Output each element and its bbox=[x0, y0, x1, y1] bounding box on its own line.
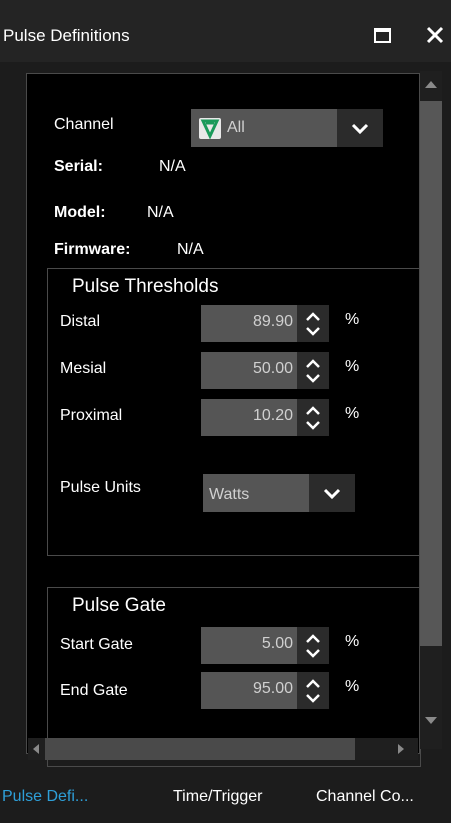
window-title: Pulse Definitions bbox=[3, 26, 130, 45]
proximal-input[interactable]: 10.20 bbox=[201, 399, 297, 436]
pulse-units-select[interactable]: Watts bbox=[203, 474, 355, 512]
scroll-right-icon[interactable] bbox=[398, 744, 404, 754]
model-value: N/A bbox=[147, 204, 174, 221]
chevron-down-icon bbox=[323, 488, 341, 500]
distal-label: Distal bbox=[60, 313, 101, 330]
up-down-arrows-icon bbox=[306, 679, 320, 703]
distal-unit: % bbox=[345, 311, 360, 328]
channel-select-value: All bbox=[227, 119, 245, 136]
serial-value: N/A bbox=[159, 158, 186, 175]
scroll-up-icon[interactable] bbox=[425, 81, 437, 88]
start-gate-stepper[interactable] bbox=[297, 627, 329, 664]
firmware-label: Firmware: bbox=[54, 241, 131, 258]
pulse-units-dropdown-button[interactable] bbox=[309, 474, 355, 512]
start-gate-label: Start Gate bbox=[60, 636, 133, 653]
scroll-left-icon[interactable] bbox=[33, 744, 39, 754]
pulse-units-value: Watts bbox=[209, 486, 250, 503]
horizontal-scroll-thumb[interactable] bbox=[45, 738, 355, 760]
end-gate-spinner[interactable]: 95.00 bbox=[201, 672, 329, 709]
proximal-stepper[interactable] bbox=[297, 399, 329, 436]
mesial-label: Mesial bbox=[60, 360, 107, 377]
mesial-value: 50.00 bbox=[252, 360, 293, 377]
channel-label: Channel bbox=[54, 116, 114, 133]
end-gate-stepper[interactable] bbox=[297, 672, 329, 709]
distal-spinner[interactable]: 89.90 bbox=[201, 305, 329, 342]
mesial-input[interactable]: 50.00 bbox=[201, 352, 297, 389]
title-bar: Pulse Definitions bbox=[0, 0, 451, 62]
pulse-thresholds-title: Pulse Thresholds bbox=[70, 276, 221, 298]
scroll-down-icon[interactable] bbox=[425, 717, 437, 724]
start-gate-unit: % bbox=[345, 633, 360, 650]
up-down-arrows-icon bbox=[306, 634, 320, 658]
tab-channel-config[interactable]: Channel Co... bbox=[316, 788, 414, 806]
proximal-spinner[interactable]: 10.20 bbox=[201, 399, 329, 436]
tab-time-trigger[interactable]: Time/Trigger bbox=[173, 788, 263, 806]
tab-pulse-definitions[interactable]: Pulse Defi... bbox=[2, 788, 88, 806]
mesial-spinner[interactable]: 50.00 bbox=[201, 352, 329, 389]
model-label: Model: bbox=[54, 204, 106, 221]
distal-value: 89.90 bbox=[252, 313, 293, 330]
end-gate-input[interactable]: 95.00 bbox=[201, 672, 297, 709]
close-icon[interactable] bbox=[418, 18, 451, 52]
serial-label: Serial: bbox=[54, 158, 103, 175]
distal-stepper[interactable] bbox=[297, 305, 329, 342]
start-gate-input[interactable]: 5.00 bbox=[201, 627, 297, 664]
up-down-arrows-icon bbox=[306, 406, 320, 430]
end-gate-label: End Gate bbox=[60, 682, 128, 699]
up-down-arrows-icon bbox=[306, 359, 320, 383]
pulse-gate-title: Pulse Gate bbox=[70, 595, 168, 617]
up-down-arrows-icon bbox=[306, 312, 320, 336]
start-gate-spinner[interactable]: 5.00 bbox=[201, 627, 329, 664]
end-gate-value: 95.00 bbox=[252, 680, 293, 697]
end-gate-unit: % bbox=[345, 678, 360, 695]
maximize-icon[interactable] bbox=[374, 28, 391, 43]
tab-bar: Pulse Defi... Time/Trigger Channel Co... bbox=[0, 773, 451, 823]
proximal-label: Proximal bbox=[60, 407, 123, 424]
mesial-stepper[interactable] bbox=[297, 352, 329, 389]
firmware-value: N/A bbox=[177, 241, 204, 258]
channel-all-icon bbox=[199, 118, 221, 140]
pulse-thresholds-group: Pulse Thresholds Distal 89.90 % Mesial 5… bbox=[47, 268, 421, 556]
channel-dropdown-button[interactable] bbox=[337, 109, 383, 147]
distal-input[interactable]: 89.90 bbox=[201, 305, 297, 342]
chevron-down-icon bbox=[351, 123, 369, 135]
channel-select[interactable]: All bbox=[191, 109, 383, 147]
mesial-unit: % bbox=[345, 358, 360, 375]
pulse-definitions-panel: Channel All Serial: N/A Model: N/A Firmw… bbox=[0, 62, 451, 773]
proximal-unit: % bbox=[345, 405, 360, 422]
pulse-units-label: Pulse Units bbox=[60, 479, 141, 496]
horizontal-scrollbar[interactable] bbox=[28, 738, 418, 760]
content-frame: Channel All Serial: N/A Model: N/A Firmw… bbox=[26, 73, 421, 767]
vertical-scroll-thumb[interactable] bbox=[420, 101, 442, 646]
vertical-scrollbar[interactable] bbox=[420, 71, 442, 749]
start-gate-value: 5.00 bbox=[261, 635, 293, 652]
proximal-value: 10.20 bbox=[252, 407, 293, 424]
